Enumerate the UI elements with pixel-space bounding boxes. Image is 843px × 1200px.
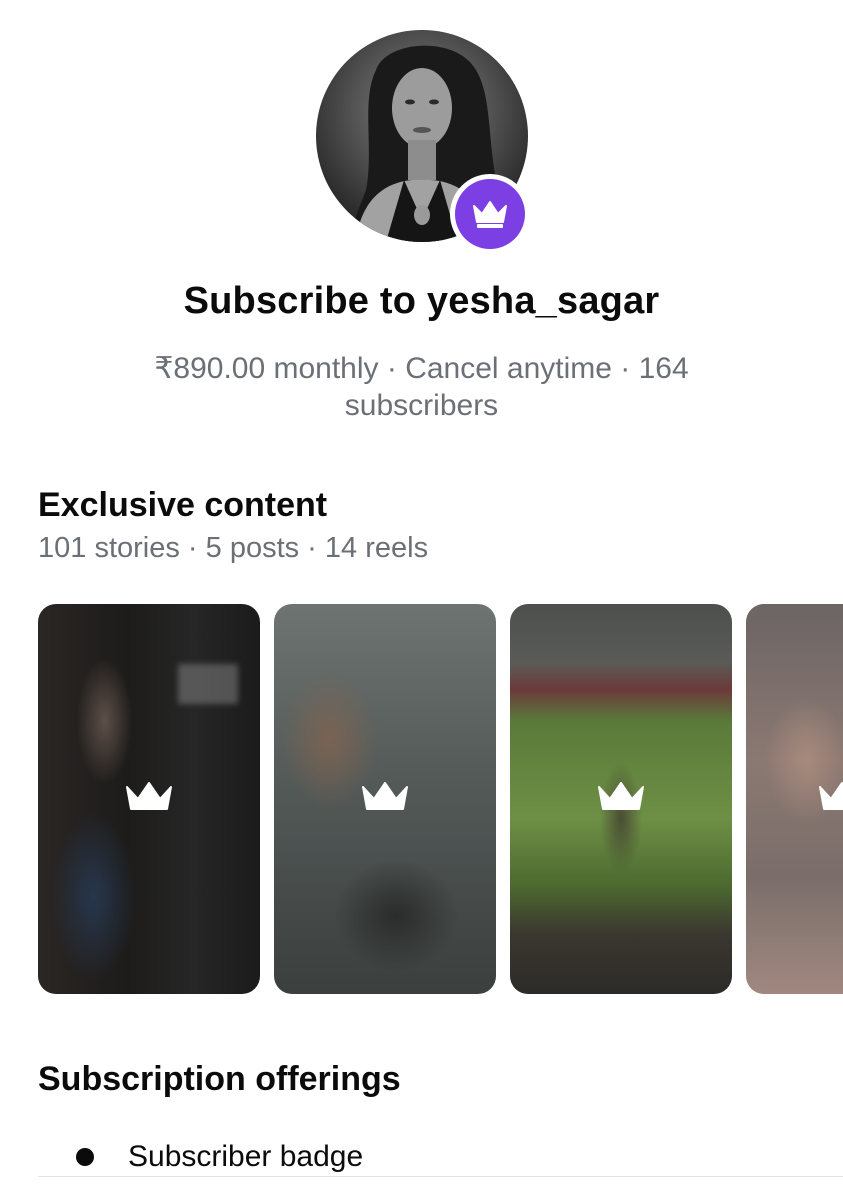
exclusive-content-counts: 101 stories · 5 posts · 14 reels — [38, 532, 429, 564]
crown-icon — [362, 782, 408, 810]
subscription-offerings-heading: Subscription offerings — [38, 1060, 401, 1098]
crown-icon — [126, 782, 172, 810]
exclusive-content-heading: Exclusive content — [38, 486, 328, 524]
page-title: Subscribe to yesha_sagar — [183, 280, 660, 322]
crown-icon — [473, 201, 507, 228]
locked-content-thumbnail[interactable] — [746, 604, 843, 994]
subscriber-crown-badge — [450, 174, 530, 254]
subscription-summary: ₹890.00 monthly · Cancel anytime · 164 s… — [154, 352, 689, 422]
crown-icon — [598, 782, 644, 810]
locked-content-thumbnail[interactable] — [274, 604, 496, 994]
crown-icon — [819, 782, 843, 810]
badge-circle — [455, 179, 525, 249]
locked-content-thumbnail[interactable] — [510, 604, 732, 994]
profile-avatar-container — [316, 30, 530, 254]
locked-content-thumbnail[interactable] — [38, 604, 260, 994]
list-item: Subscriber badge — [76, 1140, 363, 1174]
offering-label: Subscriber badge — [128, 1140, 364, 1173]
divider — [38, 1176, 843, 1177]
bullet-icon — [76, 1148, 94, 1166]
